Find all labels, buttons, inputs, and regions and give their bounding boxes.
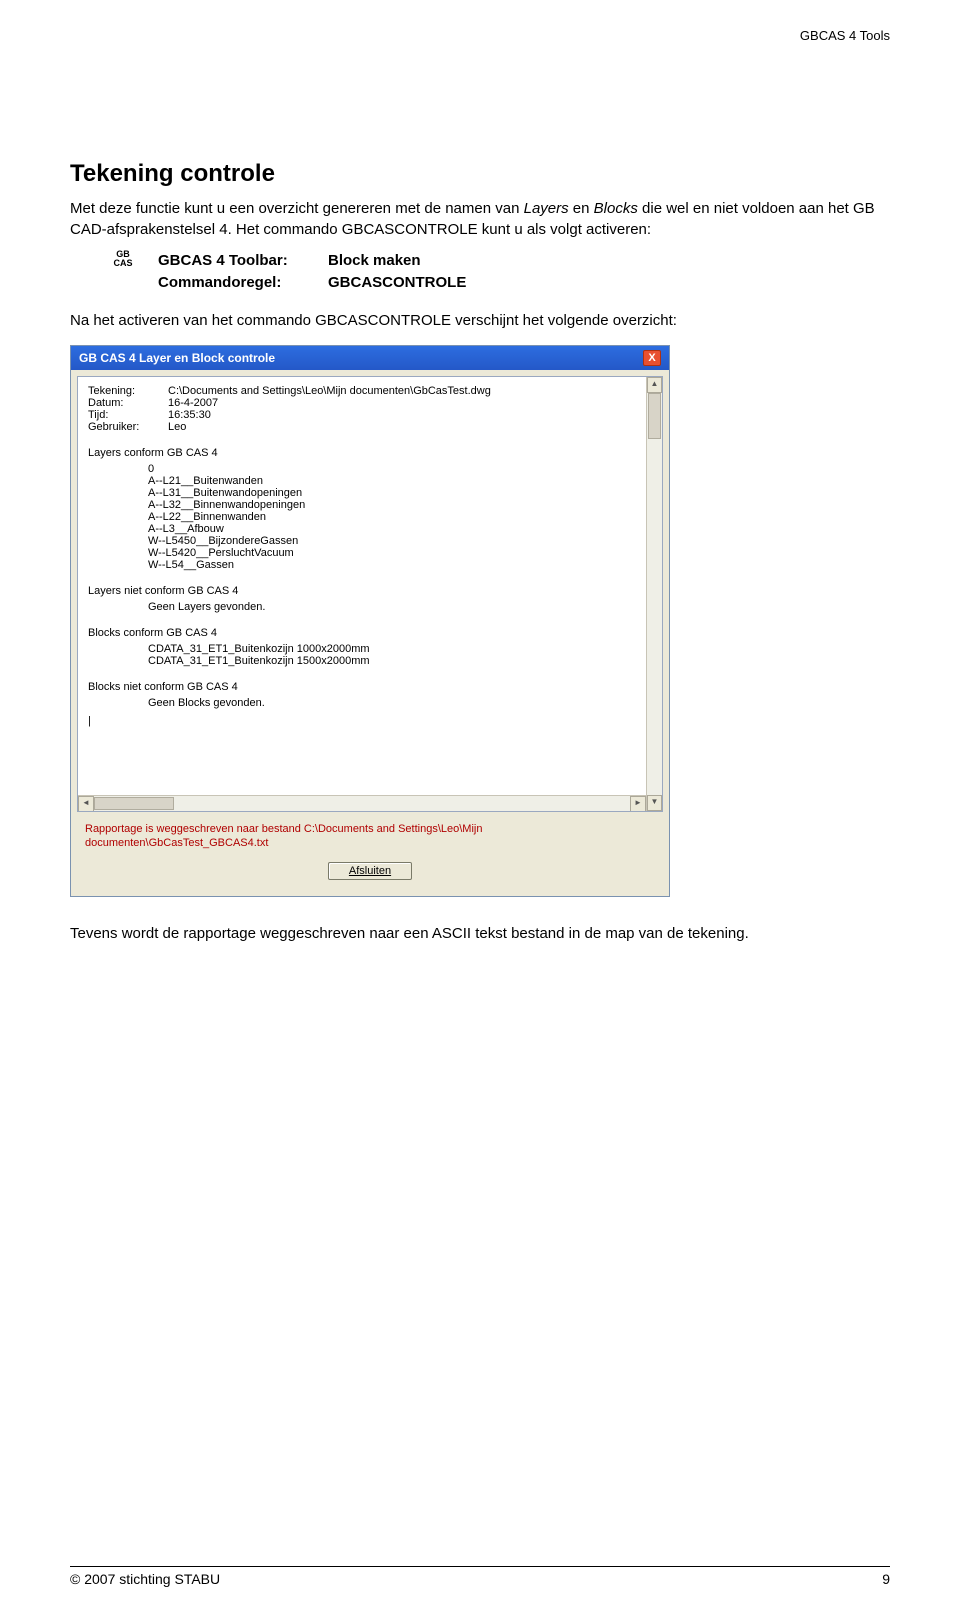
after-dialog-text: Tevens wordt de rapportage weggeschreven… [70, 923, 890, 944]
scroll-up-icon[interactable]: ▲ [647, 377, 662, 393]
scroll-track[interactable] [647, 393, 662, 795]
meta-label: Datum: [88, 397, 168, 409]
commandline-label: Commandoregel: [158, 272, 328, 294]
list-item: A--L32__Binnenwandopeningen [148, 499, 652, 511]
page-footer: © 2007 stichting STABU 9 [70, 1566, 890, 1587]
close-icon[interactable]: X [643, 350, 661, 366]
scrollbar-vertical[interactable]: ▲ ▼ [646, 377, 662, 811]
scroll-thumb[interactable] [94, 797, 174, 810]
dialog-titlebar[interactable]: GB CAS 4 Layer en Block controle X [71, 346, 669, 370]
footer-page-number: 9 [882, 1571, 890, 1587]
page-title: Tekening controle [70, 160, 890, 188]
section-header: Blocks niet conform GB CAS 4 [88, 681, 652, 693]
scroll-right-icon[interactable]: ► [630, 796, 646, 812]
toolbar-row-1: GBCAS 4 Toolbar: Block maken [158, 250, 466, 272]
toolbar-row-2: Commandoregel: GBCASCONTROLE [158, 272, 466, 294]
intro-em1: Layers [524, 200, 569, 217]
gb-icon-bot: CAS [113, 258, 132, 268]
list-item: Geen Layers gevonden. [148, 601, 652, 613]
toolbar-label: GBCAS 4 Toolbar: [158, 250, 328, 272]
meta-label: Gebruiker: [88, 421, 168, 433]
intro-p1: Met deze functie kunt u een overzicht ge… [70, 200, 524, 217]
footer-copyright: © 2007 stichting STABU [70, 1571, 220, 1587]
rapport-message: Rapportage is weggeschreven naar bestand… [77, 812, 663, 855]
meta-value: Leo [168, 421, 186, 433]
header-text: GBCAS 4 Tools [800, 28, 890, 43]
list-item: A--L3__Afbouw [148, 523, 652, 535]
scroll-track[interactable] [94, 796, 630, 811]
dialog-content: Tekening:C:\Documents and Settings\Leo\M… [77, 376, 663, 812]
cursor: | [88, 715, 652, 727]
meta-value: C:\Documents and Settings\Leo\Mijn docum… [168, 385, 491, 397]
meta-label: Tekening: [88, 385, 168, 397]
scrollbar-horizontal[interactable]: ◄ ► [78, 795, 646, 811]
intro-text: Met deze functie kunt u een overzicht ge… [70, 198, 890, 240]
list-item: W--L5420__PersluchtVacuum [148, 547, 652, 559]
section-header: Layers niet conform GB CAS 4 [88, 585, 652, 597]
list-item: W--L54__Gassen [148, 559, 652, 571]
list-item: CDATA_31_ET1_Buitenkozijn 1500x2000mm [148, 655, 652, 667]
dialog-window: GB CAS 4 Layer en Block controle X Teken… [70, 345, 670, 898]
scroll-thumb[interactable] [648, 393, 661, 439]
list-item: A--L22__Binnenwanden [148, 511, 652, 523]
commandline-value: GBCASCONTROLE [328, 272, 466, 294]
dialog-title-text: GB CAS 4 Layer en Block controle [79, 351, 275, 365]
meta-value: 16-4-2007 [168, 397, 218, 409]
list-item: Geen Blocks gevonden. [148, 697, 652, 709]
list-item: A--L31__Buitenwandopeningen [148, 487, 652, 499]
scroll-down-icon[interactable]: ▼ [647, 795, 662, 811]
scroll-left-icon[interactable]: ◄ [78, 796, 94, 812]
afsluiten-button[interactable]: Afsluiten [328, 862, 412, 880]
gbcas-icon: GB CAS [112, 250, 134, 269]
section-header: Blocks conform GB CAS 4 [88, 627, 652, 639]
intro-p2: en [569, 200, 594, 217]
section-header: Layers conform GB CAS 4 [88, 447, 652, 459]
toolbar-value: Block maken [328, 250, 421, 272]
list-item: A--L21__Buitenwanden [148, 475, 652, 487]
list-item: W--L5450__BijzondereGassen [148, 535, 652, 547]
intro-em2: Blocks [594, 200, 638, 217]
list-item: 0 [148, 463, 652, 475]
meta-label: Tijd: [88, 409, 168, 421]
toolbar-block: GB CAS GBCAS 4 Toolbar: Block maken Comm… [112, 250, 890, 294]
list-item: CDATA_31_ET1_Buitenkozijn 1000x2000mm [148, 643, 652, 655]
meta-value: 16:35:30 [168, 409, 211, 421]
page-body: Tekening controle Met deze functie kunt … [70, 160, 890, 944]
after-activation-text: Na het activeren van het commando GBCASC… [70, 310, 890, 331]
